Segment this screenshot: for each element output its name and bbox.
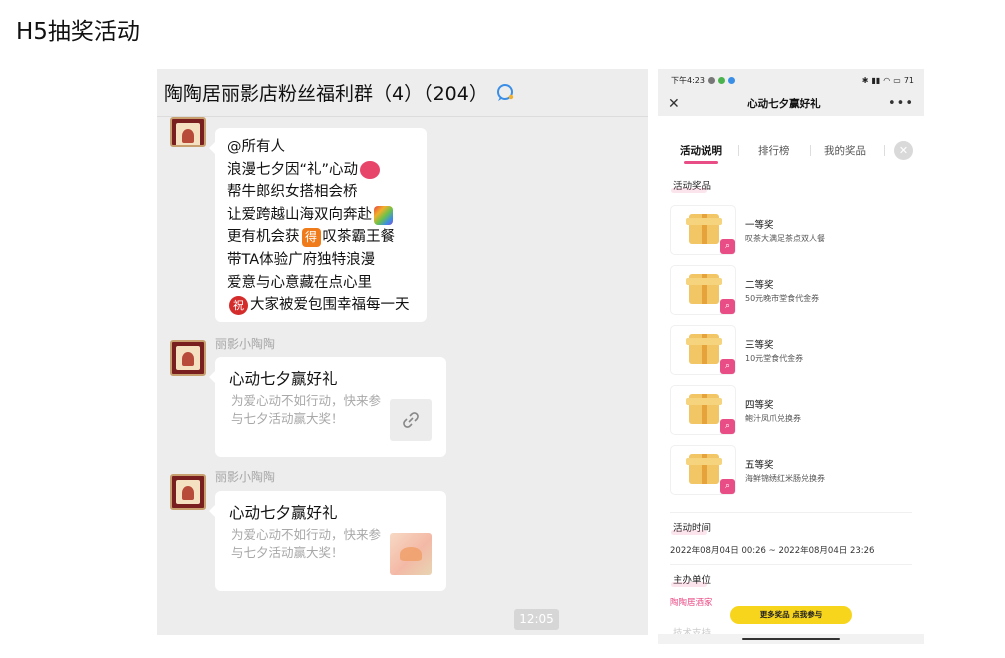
app-icon [727,76,735,84]
de-emoji-icon: 得 [301,228,321,248]
message-line: 更有机会获得叹茶霸王餐 [227,228,395,248]
participate-button[interactable]: 更多奖品 点我参与 [730,606,852,624]
prize-item[interactable]: ⌕ 三等奖 10元堂食代金券 [670,325,912,375]
message-timestamp: 12:05 [514,609,559,630]
rainbow-emoji-icon [374,205,393,225]
signal-icon: ▮▮ [871,75,881,85]
gift-icon [686,334,722,364]
search-icon[interactable]: ⌕ [720,359,735,374]
alarm-icon [707,76,715,84]
message-line: 让爱跨越山海双向奔赴 [227,204,417,227]
card-title: 心动七夕赢好礼 [229,504,338,522]
prize-item[interactable]: ⌕ 二等奖 50元晚市堂食代金券 [670,265,912,315]
prize-item[interactable]: ⌕ 一等奖 叹茶大满足茶点双人餐 [670,205,912,255]
battery-level: 71 [903,75,914,85]
phone-screenshot: 下午4:23 ✱ ▮▮ ◠ ▭ 71 ✕ 心动七夕赢好礼 ••• 活动说明 排行… [658,69,924,644]
message-line: 带TA体验广府独特浪漫 [227,251,376,268]
card-title: 心动七夕赢好礼 [229,370,338,388]
card-description: 为爱心动不如行动，快来参与七夕活动赢大奖！ [231,527,382,560]
card-description: 为爱心动不如行动，快来参与七夕活动赢大奖！ [231,393,382,426]
group-title: 陶陶居丽影店粉丝福利群（4）（204） [164,83,488,105]
search-icon[interactable]: ⌕ [720,419,735,434]
status-bar: 下午4:23 ✱ ▮▮ ◠ ▭ 71 [658,69,924,91]
avatar[interactable] [170,340,206,376]
prize-description: 50元晚市堂食代金券 [745,294,820,303]
prize-name: 一等奖 [745,220,774,231]
group-chat-icon[interactable] [494,82,516,104]
prize-description: 海鲜锦绣红米肠兑换券 [745,474,825,483]
tab-divider [810,145,811,156]
tab-my-prizes[interactable]: 我的奖品 [824,143,866,158]
section-label: 活动奖品 [670,178,711,193]
page-title: H5抽奖活动 [16,19,140,45]
close-icon[interactable]: ✕ [668,96,680,112]
search-icon[interactable]: ⌕ [720,239,735,254]
card-thumbnail-image [390,533,432,575]
link-card[interactable]: 心动七夕赢好礼 为爱心动不如行动，快来参与七夕活动赢大奖！ [209,357,446,457]
chat-header: 陶陶居丽影店粉丝福利群（4）（204） [157,69,648,117]
chat-screenshot: 陶陶居丽影店粉丝福利群（4）（204） @所有人 浪漫七夕因“礼”心动 帮牛郎织… [157,69,648,635]
prize-name: 四等奖 [745,400,774,411]
sender-name: 丽影小陶陶 [215,337,276,351]
prize-description: 叹茶大满足茶点双人餐 [745,234,825,243]
bluetooth-icon: ✱ [861,75,869,85]
nav-title: 心动七夕赢好礼 [747,98,821,110]
section-label: 主办单位 [670,572,711,587]
tab-bar: 活动说明 排行榜 我的奖品 [658,139,924,164]
prize-name: 三等奖 [745,340,774,351]
sender-name: 丽影小陶陶 [215,470,276,484]
link-thumbnail [390,399,432,441]
wifi-icon: ◠ [883,75,891,85]
message-line: 祝大家被爱包围幸福每一天 [227,294,417,317]
prize-item[interactable]: ⌕ 五等奖 海鲜锦绣红米肠兑换券 [670,445,912,495]
home-indicator[interactable] [742,638,840,640]
prize-name: 二等奖 [745,280,774,291]
prize-description: 10元堂食代金券 [745,354,804,363]
section-label: 活动时间 [670,520,711,535]
divider [670,564,912,565]
tab-divider [884,145,885,156]
divider [670,512,912,513]
activity-time: 2022年08月04日 00:26 ~ 2022年08月04日 23:26 [670,546,875,556]
message-line: 帮牛郎织女搭相会桥 [227,184,358,201]
organizer-name: 陶陶居酒家 [670,598,713,608]
gift-icon [686,454,722,484]
gift-icon [686,394,722,424]
link-card[interactable]: 心动七夕赢好礼 为爱心动不如行动，快来参与七夕活动赢大奖！ [209,491,446,591]
search-icon[interactable]: ⌕ [720,479,735,494]
battery-icon: ▭ [893,75,901,85]
prize-item[interactable]: ⌕ 四等奖 鲍汁凤爪兑换券 [670,385,912,435]
wechat-icon [717,76,725,84]
avatar[interactable] [170,117,206,147]
message-line: @所有人 [227,139,285,155]
announcement-bubble: @所有人 浪漫七夕因“礼”心动 帮牛郎织女搭相会桥 让爱跨越山海双向奔赴 更有机… [209,128,427,322]
status-time: 下午4:23 [671,75,705,85]
more-icon[interactable]: ••• [888,96,914,111]
gift-icon [686,274,722,304]
heart-emoji-icon [360,160,381,179]
tab-leaderboard[interactable]: 排行榜 [758,143,790,158]
zhu-emoji-icon: 祝 [229,295,248,315]
avatar[interactable] [170,474,206,510]
prize-name: 五等奖 [745,460,774,471]
tab-divider [738,145,739,156]
link-icon [403,412,419,428]
message-line: 爱意与心意藏在点心里 [227,274,372,291]
tab-activity-info[interactable]: 活动说明 [680,143,722,164]
search-icon[interactable]: ⌕ [720,299,735,314]
nav-bar: ✕ 心动七夕赢好礼 ••• [658,91,924,116]
prize-description: 鲍汁凤爪兑换券 [745,414,801,423]
gift-icon [686,214,722,244]
close-icon[interactable]: ✕ [894,141,913,160]
message-line: 浪漫七夕因“礼”心动 [227,159,417,182]
